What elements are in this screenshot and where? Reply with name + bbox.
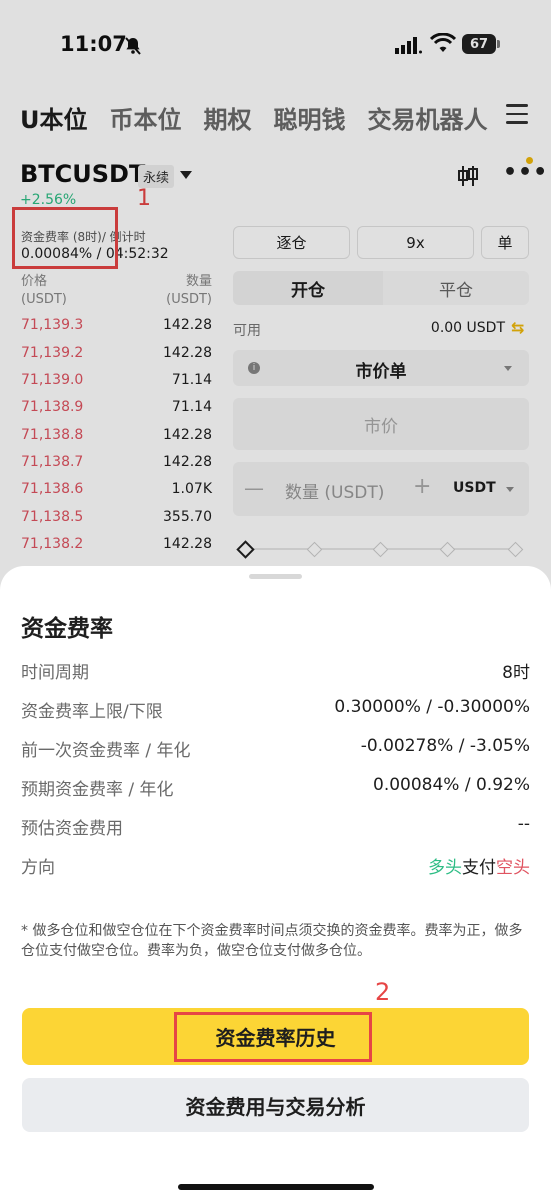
info-row-previous-rate: 前一次资金费率 / 年化 -0.00278% / -3.05%	[21, 736, 530, 761]
info-row-direction: 方向 多头支付空头	[21, 858, 530, 878]
funding-rate-sheet: 资金费率 时间周期 8时 资金费率上限/下限 0.30000% / -0.30000…	[0, 566, 551, 1200]
info-row-interval: 时间周期 8时	[21, 663, 530, 683]
info-row-estimated-fee: 预估资金费用 --	[21, 814, 530, 839]
sheet-grabber[interactable]	[249, 574, 302, 579]
info-row-predicted-rate: 预期资金费率 / 年化 0.00084% / 0.92%	[21, 775, 530, 800]
pays-label: 支付	[462, 858, 496, 878]
fee-analysis-button[interactable]: 资金费用与交易分析	[22, 1078, 529, 1132]
annotation-number-2: 2	[375, 978, 391, 1006]
annotation-box-2	[174, 1012, 372, 1062]
funding-footnote: * 做多仓位和做空仓位在下个资金费率时间点须交换的资金费率。费率为正，做多仓位支…	[21, 923, 523, 959]
info-row-cap-floor: 资金费率上限/下限 0.30000% / -0.30000%	[21, 697, 530, 722]
home-indicator	[178, 1184, 374, 1190]
short-label: 空头	[496, 858, 530, 878]
sheet-title: 资金费率	[21, 616, 113, 642]
long-label: 多头	[428, 858, 462, 878]
